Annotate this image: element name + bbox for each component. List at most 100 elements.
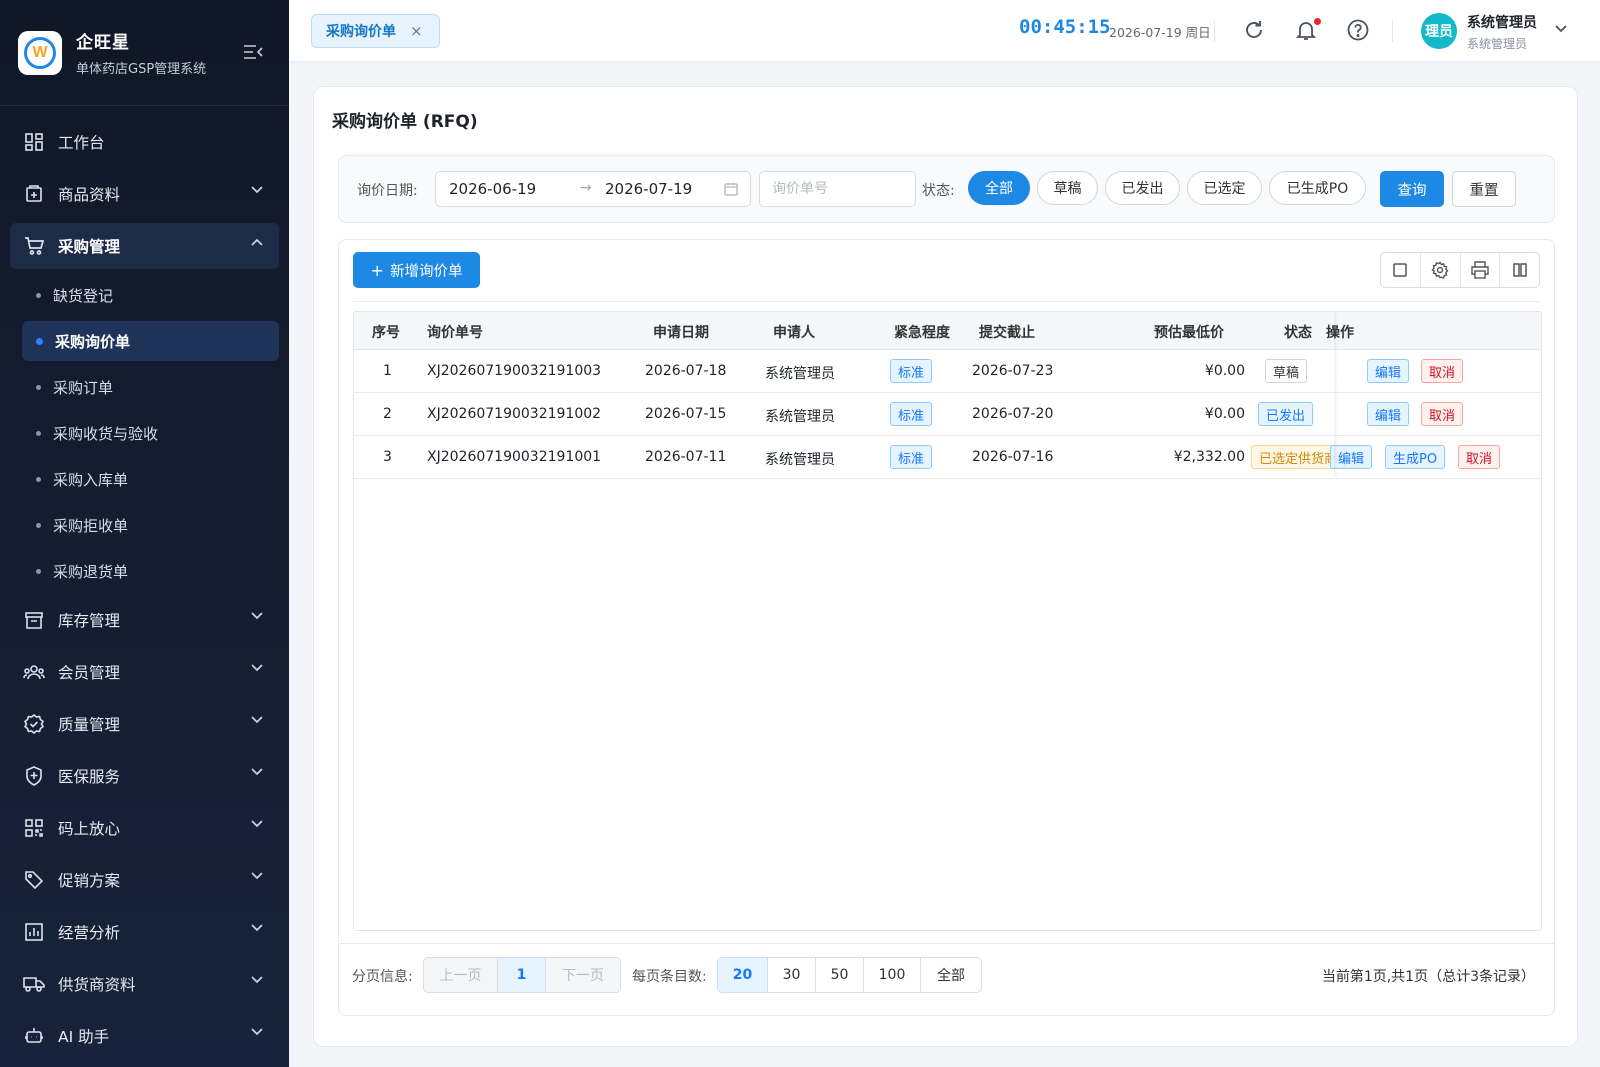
sidebar-subitem-stock-in[interactable]: 采购入库单	[0, 456, 289, 502]
columns-icon[interactable]	[1500, 253, 1539, 287]
sidebar-item-suppliers[interactable]: 供货商资料	[0, 958, 289, 1010]
divider	[1214, 20, 1215, 42]
status-filter-draft[interactable]: 草稿	[1037, 171, 1098, 205]
reset-button[interactable]: 重置	[1452, 171, 1516, 207]
sidebar-subitem-label: 采购询价单	[55, 332, 131, 351]
edit-button[interactable]: 编辑	[1367, 402, 1410, 426]
sidebar-subitem-label: 采购收货与验收	[53, 424, 159, 443]
avatar[interactable]: 理员	[1421, 13, 1457, 49]
sidebar-subitem-purchase-order[interactable]: 采购订单	[0, 364, 289, 410]
sidebar-item-members[interactable]: 会员管理	[0, 646, 289, 698]
sidebar-item-label: 会员管理	[58, 664, 121, 682]
sidebar-item-promotions[interactable]: 促销方案	[0, 854, 289, 906]
status-cell: 草稿	[1251, 350, 1334, 393]
pagination-summary: 当前第1页,共1页（总计3条记录）	[1321, 969, 1535, 985]
cell-seq: 1	[383, 363, 392, 379]
page-size-50[interactable]: 50	[816, 958, 864, 992]
date-from[interactable]: 2026-06-19	[449, 180, 536, 198]
add-rfq-button[interactable]: + 新增询价单	[353, 252, 480, 288]
sidebar-item-label: 码上放心	[58, 820, 121, 838]
date-range-picker[interactable]: 2026-06-19 → 2026-07-19	[435, 171, 751, 207]
date-to[interactable]: 2026-07-19	[605, 180, 692, 198]
settings-icon[interactable]	[1421, 253, 1461, 287]
calendar-icon[interactable]	[724, 182, 738, 196]
fullscreen-icon[interactable]	[1381, 253, 1421, 287]
collapse-sidebar-icon[interactable]	[243, 44, 263, 60]
bullet-icon	[36, 292, 41, 298]
sidebar-item-quality[interactable]: 质量管理	[0, 698, 289, 750]
sidebar-item-inventory[interactable]: 库存管理	[0, 594, 289, 646]
status-filter-po-generated[interactable]: 已生成PO	[1269, 171, 1366, 205]
dashboard-icon	[22, 130, 46, 154]
sidebar-subitem-label: 缺货登记	[53, 286, 114, 305]
sidebar-item-purchasing[interactable]: 采购管理	[10, 223, 279, 269]
page-size-100[interactable]: 100	[864, 958, 921, 992]
app-logo: W	[18, 30, 62, 75]
status-badge: 草稿	[1265, 359, 1308, 383]
notification-badge	[1314, 18, 1321, 25]
cart-icon	[22, 234, 46, 258]
status-filter-selected[interactable]: 已选定	[1187, 171, 1262, 205]
next-page-button[interactable]: 下一页	[546, 958, 620, 992]
inventory-icon	[22, 608, 46, 632]
col-deadline: 提交截止	[979, 325, 1035, 341]
status-filter-all[interactable]: 全部	[968, 171, 1030, 205]
sidebar-item-qrcode[interactable]: 码上放心	[0, 802, 289, 854]
brand-subtitle: 单体药店GSP管理系统	[76, 62, 207, 77]
sidebar-item-insurance[interactable]: 医保服务	[0, 750, 289, 802]
rfq-number-input[interactable]	[759, 171, 916, 207]
sidebar-subitem-label: 采购退货单	[53, 562, 129, 581]
page-nav: 上一页 1 下一页	[423, 957, 621, 993]
generate-po-button[interactable]: 生成PO	[1385, 445, 1446, 469]
sidebar-item-ai-assistant[interactable]: AI 助手	[0, 1010, 289, 1062]
page-size-all[interactable]: 全部	[921, 958, 981, 992]
sidebar-item-products[interactable]: 商品资料	[0, 168, 289, 220]
page-size-30[interactable]: 30	[768, 958, 816, 992]
user-name[interactable]: 系统管理员	[1467, 12, 1537, 32]
prev-page-button[interactable]: 上一页	[424, 958, 498, 992]
col-seq: 序号	[372, 325, 400, 341]
sidebar-item-label: 促销方案	[58, 872, 121, 890]
edit-button[interactable]: 编辑	[1367, 359, 1410, 383]
rfq-table: 序号 询价单号 申请日期 申请人 紧急程度 提交截止 预估最低价 状态 操作 1…	[353, 311, 1542, 931]
close-tab-icon[interactable]: ×	[410, 22, 423, 40]
page-number-button[interactable]: 1	[498, 958, 546, 992]
clock: 00:45:15	[1019, 16, 1111, 38]
chevron-down-icon[interactable]	[1555, 25, 1567, 33]
cancel-button[interactable]: 取消	[1458, 445, 1501, 469]
status-filter-sent[interactable]: 已发出	[1105, 171, 1180, 205]
status-label: 状态:	[922, 183, 955, 199]
col-est-price: 预估最低价	[1154, 325, 1224, 341]
cell-applicant: 系统管理员	[765, 452, 835, 468]
sidebar-item-label: 医保服务	[58, 768, 121, 786]
chevron-down-icon	[251, 976, 263, 984]
sidebar-subitem-rfq[interactable]: 采购询价单	[22, 321, 279, 361]
page-size-20[interactable]: 20	[718, 958, 768, 992]
cancel-button[interactable]: 取消	[1421, 402, 1464, 426]
cancel-button[interactable]: 取消	[1421, 359, 1464, 383]
refresh-icon[interactable]	[1243, 19, 1265, 41]
table-panel: + 新增询价单 序号 询价单号 申请日期 申请人 紧急程度 提交截止 预估最低价…	[338, 239, 1555, 1016]
bullet-icon	[36, 522, 41, 528]
help-icon[interactable]	[1347, 19, 1369, 41]
table-row: 3 XJ202607190032191001 2026-07-11 系统管理员 …	[354, 436, 1541, 479]
brand: W 企旺星 单体药店GSP管理系统	[0, 0, 289, 106]
urgency-badge: 标准	[890, 445, 933, 469]
sidebar-subitem-rejection[interactable]: 采购拒收单	[0, 502, 289, 548]
sidebar-subitem-receiving[interactable]: 采购收货与验收	[0, 410, 289, 456]
arrow-right-icon: →	[580, 180, 592, 196]
qrcode-icon	[22, 816, 46, 840]
sidebar-item-label: AI 助手	[58, 1028, 110, 1046]
sidebar-item-dashboard[interactable]: 工作台	[0, 116, 289, 168]
chevron-down-icon	[251, 768, 263, 776]
tab-rfq[interactable]: 采购询价单 ×	[311, 14, 440, 48]
cell-apply-date: 2026-07-15	[645, 406, 727, 422]
col-apply-date: 申请日期	[653, 325, 709, 341]
sidebar-item-analytics[interactable]: 经营分析	[0, 906, 289, 958]
members-icon	[22, 660, 46, 684]
sidebar-subitem-shortage[interactable]: 缺货登记	[0, 272, 289, 318]
print-icon[interactable]	[1461, 253, 1501, 287]
query-button[interactable]: 查询	[1380, 171, 1444, 207]
cell-applicant: 系统管理员	[765, 366, 835, 382]
sidebar-subitem-return[interactable]: 采购退货单	[0, 548, 289, 594]
